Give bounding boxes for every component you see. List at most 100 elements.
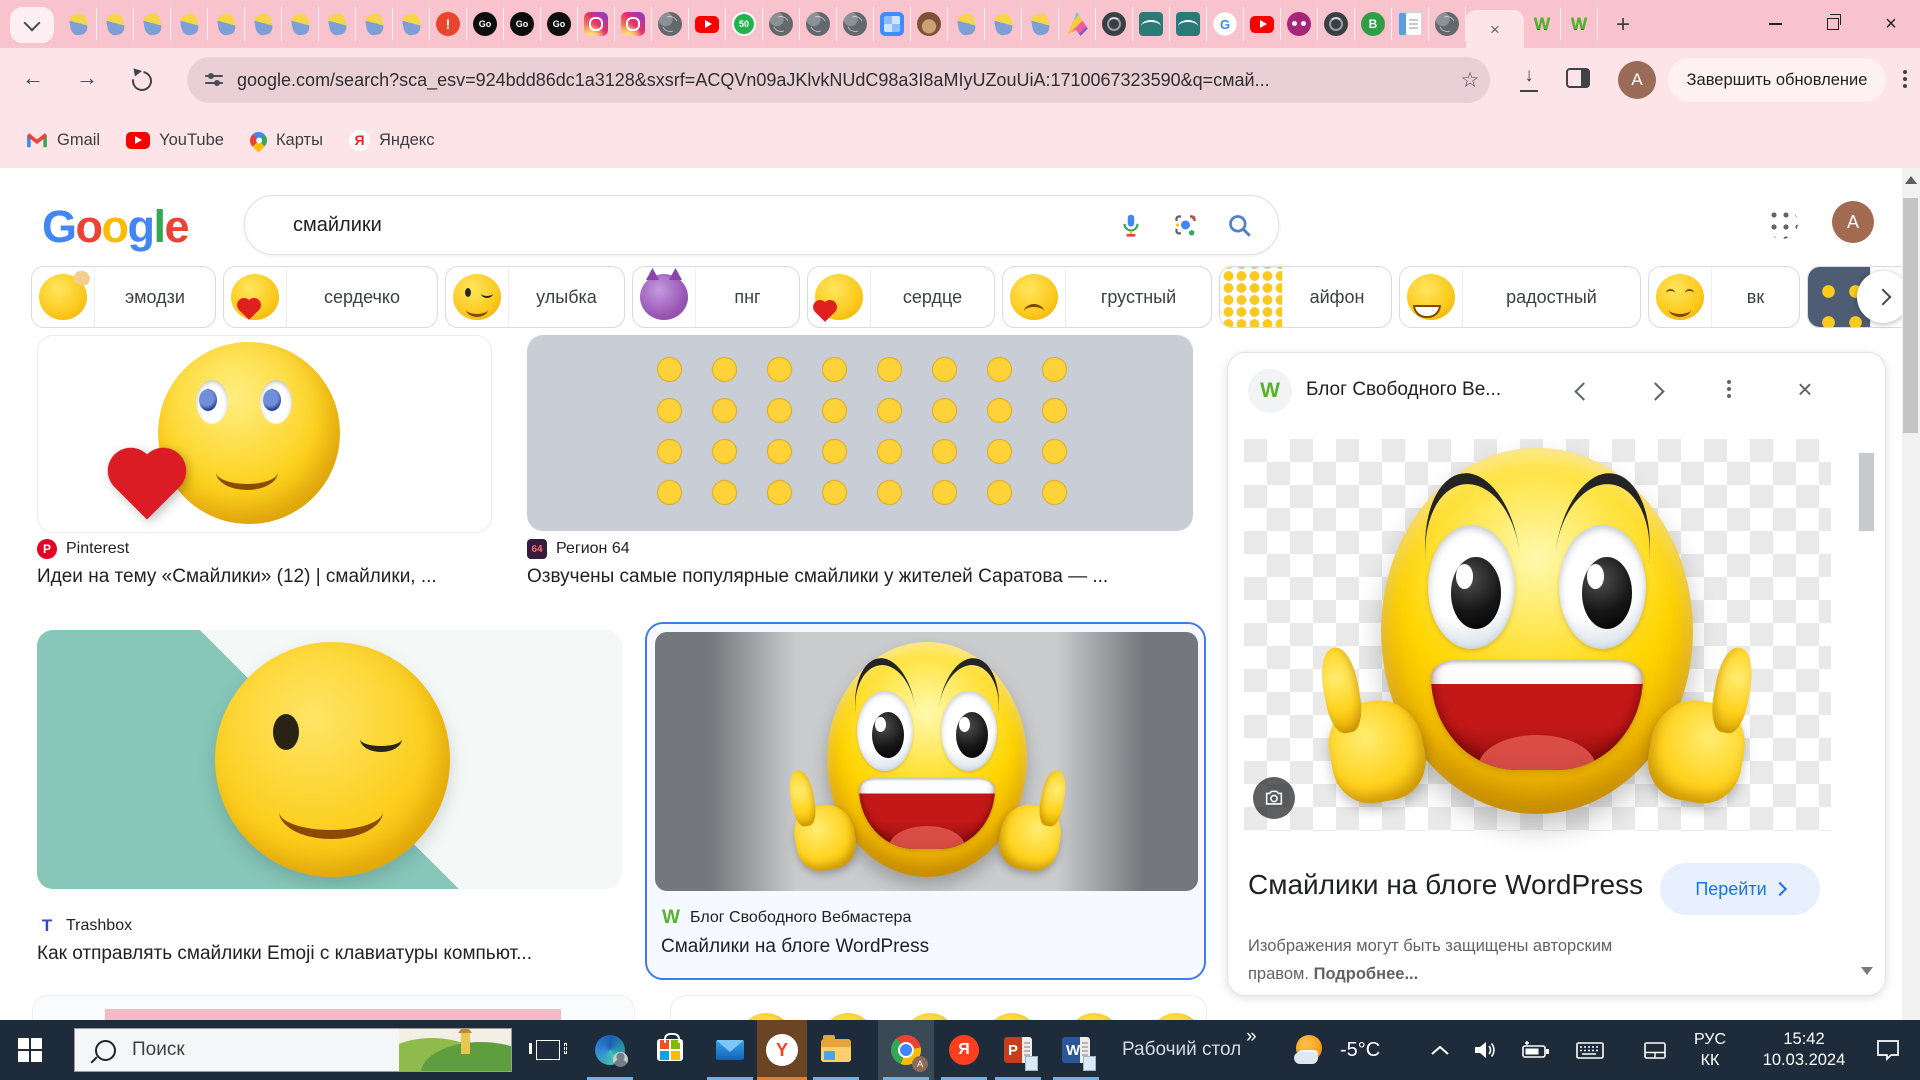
next-image-button[interactable] xyxy=(1640,379,1670,403)
task-view-button[interactable] xyxy=(524,1020,572,1080)
chip-serdtse[interactable]: сердце xyxy=(807,266,995,328)
chip-radostny[interactable]: радостный xyxy=(1399,266,1641,328)
visit-site-button[interactable]: Перейти xyxy=(1660,863,1820,915)
tab-hand[interactable] xyxy=(60,7,97,41)
google-apps-grid-icon[interactable] xyxy=(1764,205,1800,241)
side-panel-icon[interactable] xyxy=(1566,68,1590,88)
restore-button[interactable] xyxy=(1804,0,1862,48)
panel-source-title[interactable]: Блог Свободного Ве... xyxy=(1306,379,1566,401)
chip-ulybka[interactable]: улыбка xyxy=(445,266,625,328)
bookmark-maps[interactable]: Карты xyxy=(250,131,323,150)
chip-iphone[interactable]: айфон xyxy=(1219,266,1392,328)
taskbar-yandex[interactable]: Я xyxy=(940,1020,988,1080)
previous-image-button[interactable] xyxy=(1568,379,1598,403)
tab-hand[interactable] xyxy=(208,7,245,41)
google-logo[interactable]: Google xyxy=(42,201,188,253)
chip-png[interactable]: пнг xyxy=(632,266,800,328)
language-indicator[interactable]: РУС КК xyxy=(1682,1020,1738,1080)
tab-owl[interactable] xyxy=(1281,7,1318,41)
search-highlight-image[interactable] xyxy=(399,1028,511,1072)
learn-more-link[interactable]: Подробнее... xyxy=(1314,965,1419,983)
tab-hand[interactable] xyxy=(319,7,356,41)
tab-hand[interactable] xyxy=(393,7,430,41)
tab-alert[interactable] xyxy=(430,7,467,41)
forward-button[interactable]: → xyxy=(76,65,98,91)
taskbar-word[interactable]: W xyxy=(1052,1020,1100,1080)
panel-scroll-down-icon[interactable] xyxy=(1861,967,1873,975)
tab-monkey[interactable] xyxy=(911,7,948,41)
tab-yt[interactable] xyxy=(689,7,726,41)
panel-scrollbar-thumb[interactable] xyxy=(1859,453,1874,531)
tab-w[interactable] xyxy=(1524,7,1561,41)
search-inside-image-button[interactable] xyxy=(1253,777,1295,819)
bookmark-youtube[interactable]: YouTube xyxy=(126,131,224,150)
result-image-partial[interactable] xyxy=(32,995,635,1020)
page-scrollbar[interactable] xyxy=(1902,168,1920,1020)
tab-hand[interactable] xyxy=(134,7,171,41)
result-image-region64[interactable] xyxy=(527,335,1193,531)
tab-overflow-button[interactable] xyxy=(10,7,54,43)
search-icon[interactable] xyxy=(1224,210,1254,240)
result-image-partial[interactable] xyxy=(670,995,1207,1020)
minimize-button[interactable] xyxy=(1746,0,1804,48)
tab-teal[interactable] xyxy=(1170,7,1207,41)
tab-close-icon[interactable]: × xyxy=(1490,21,1500,38)
result-title[interactable]: Смайлики на блоге WordPress xyxy=(661,936,1191,958)
active-tab[interactable]: × xyxy=(1466,10,1524,48)
scroll-up-icon[interactable] xyxy=(1905,176,1917,184)
result-image-trashbox[interactable] xyxy=(37,630,622,889)
selected-result-card[interactable]: W Блог Свободного Вебмастера Смайлики на… xyxy=(645,622,1206,980)
clock-widget[interactable]: 15:42 10.03.2024 xyxy=(1752,1020,1856,1080)
microphone-icon[interactable] xyxy=(1116,210,1146,240)
taskbar-powerpoint[interactable]: P xyxy=(994,1020,1042,1080)
taskbar-explorer[interactable] xyxy=(812,1020,860,1080)
tab-teal[interactable] xyxy=(1133,7,1170,41)
tab-grid[interactable] xyxy=(874,7,911,41)
menu-kebab-icon[interactable] xyxy=(1898,70,1912,92)
volume-button[interactable] xyxy=(1462,1020,1508,1080)
result-image-pinterest[interactable] xyxy=(37,335,492,533)
weather-widget[interactable]: -5°C xyxy=(1294,1020,1380,1080)
reload-button[interactable] xyxy=(128,67,156,95)
chip-emodzi[interactable]: эмодзи xyxy=(31,266,216,328)
result-source[interactable]: 64 Регион 64 xyxy=(527,539,630,559)
tab-fifty[interactable] xyxy=(726,7,763,41)
bookmark-star-icon[interactable] xyxy=(1450,68,1490,93)
google-account-avatar[interactable]: A xyxy=(1832,201,1874,243)
tab-globe[interactable] xyxy=(800,7,837,41)
bookmark-gmail[interactable]: Gmail xyxy=(26,129,100,151)
action-center-button[interactable] xyxy=(1862,1020,1914,1080)
start-button[interactable] xyxy=(0,1020,60,1080)
panel-close-button[interactable]: × xyxy=(1788,372,1822,406)
tab-hand[interactable] xyxy=(97,7,134,41)
touch-keyboard-button[interactable] xyxy=(1564,1020,1616,1080)
result-source[interactable]: P Pinterest xyxy=(37,539,129,559)
chip-vk[interactable]: вк xyxy=(1648,266,1800,328)
toolbar-overflow-chevrons[interactable]: » xyxy=(1246,1026,1257,1048)
result-image-wordpress[interactable] xyxy=(655,632,1198,891)
taskbar-mail[interactable] xyxy=(706,1020,754,1080)
tab-w[interactable] xyxy=(1561,7,1598,41)
close-window-button[interactable]: × xyxy=(1862,0,1920,48)
google-lens-icon[interactable] xyxy=(1170,210,1200,240)
address-bar[interactable]: google.com/search?sca_esv=924bdd86dc1a31… xyxy=(187,57,1490,103)
tab-insta[interactable] xyxy=(615,7,652,41)
taskbar-chrome[interactable]: A xyxy=(878,1020,934,1080)
battery-button[interactable] xyxy=(1510,1020,1560,1080)
new-tab-button[interactable]: + xyxy=(1606,8,1640,42)
tab-dark[interactable] xyxy=(1318,7,1355,41)
chip-grustny[interactable]: грустный xyxy=(1002,266,1212,328)
tab-globe[interactable] xyxy=(837,7,874,41)
result-source[interactable]: W Блог Свободного Вебмастера xyxy=(661,908,911,928)
tab-hand[interactable] xyxy=(1022,7,1059,41)
desktop-toolbar-label[interactable]: Рабочий стол xyxy=(1122,1020,1241,1080)
result-source[interactable]: T Trashbox xyxy=(37,916,132,936)
taskbar-edge[interactable] xyxy=(586,1020,634,1080)
tab-hand[interactable] xyxy=(282,7,319,41)
chip-serdechko[interactable]: сердечко xyxy=(223,266,438,328)
bookmark-yandex[interactable]: Я Яндекс xyxy=(349,130,435,151)
result-title[interactable]: Как отправлять смайлики Emoji с клавиату… xyxy=(37,943,622,965)
tab-origami[interactable] xyxy=(1059,7,1096,41)
preview-image[interactable] xyxy=(1244,439,1831,831)
result-title[interactable]: Озвучены самые популярные смайлики у жит… xyxy=(527,566,1187,588)
